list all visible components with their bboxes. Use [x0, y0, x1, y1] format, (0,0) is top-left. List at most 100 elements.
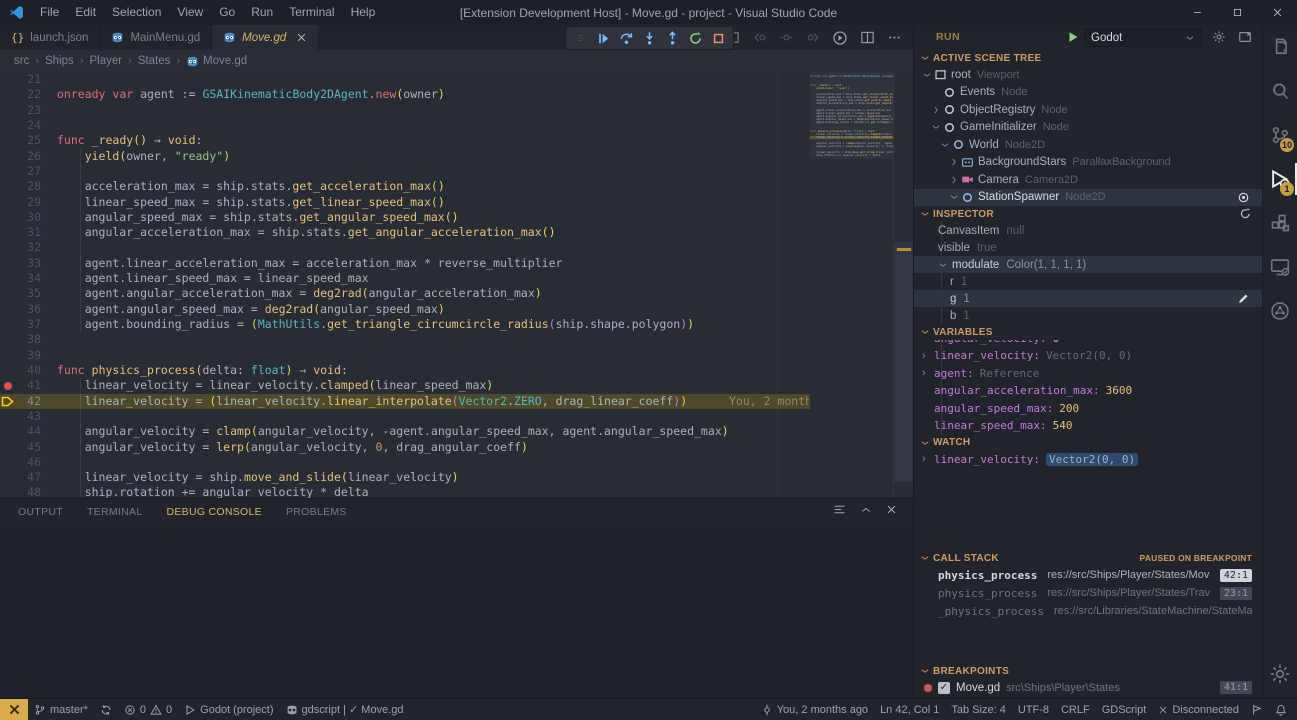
- open-debug-console-icon[interactable]: [1238, 30, 1252, 44]
- scene-node-world[interactable]: WorldNode2D: [914, 136, 1262, 154]
- code-line-47[interactable]: 47 linear_velocity = ship.move_and_slide…: [0, 470, 810, 485]
- code-line-32[interactable]: 32: [0, 240, 810, 255]
- status-language-mode[interactable]: GDScript: [1096, 699, 1153, 720]
- stack-frame[interactable]: physics_processres://src/Ships/Player/St…: [914, 566, 1262, 584]
- status-notifications[interactable]: [1269, 699, 1293, 720]
- activitybar-extensions[interactable]: [1263, 201, 1297, 245]
- variable-linear_velocity[interactable]: ›linear_velocity:Vector2(0, 0): [914, 347, 1262, 365]
- run-file-button[interactable]: [831, 29, 849, 47]
- line-number[interactable]: 41: [0, 378, 57, 393]
- code-line-30[interactable]: 30 angular_speed_max = ship.stats.get_an…: [0, 210, 810, 225]
- scrollbar-thumb[interactable]: [894, 242, 913, 482]
- status-cursor-position[interactable]: Ln 42, Col 1: [874, 699, 945, 720]
- status-git-blame[interactable]: You, 2 months ago: [755, 699, 874, 720]
- minimap-slider[interactable]: [810, 72, 893, 159]
- refresh-icon[interactable]: [1239, 207, 1252, 220]
- breadcrumb-file[interactable]: Move.gd: [186, 55, 247, 68]
- activitybar-search[interactable]: [1263, 69, 1297, 113]
- line-number[interactable]: 33: [0, 256, 57, 271]
- line-number[interactable]: 34: [0, 271, 57, 286]
- stack-frame[interactable]: _physics_processres://src/Libraries/Stat…: [914, 602, 1262, 620]
- maximize-icon[interactable]: [1217, 0, 1257, 25]
- tab-launch.json[interactable]: {}launch.json: [0, 25, 100, 50]
- code-line-36[interactable]: 36 agent.angular_speed_max = deg2rad(ang…: [0, 302, 810, 317]
- line-number[interactable]: 25: [0, 133, 57, 148]
- line-number[interactable]: 23: [0, 103, 57, 118]
- line-number[interactable]: 47: [0, 470, 57, 485]
- activitybar-remote-explorer[interactable]: [1263, 245, 1297, 289]
- stack-frame[interactable]: physics_processres://src/Ships/Player/St…: [914, 584, 1262, 602]
- code-line-33[interactable]: 33 agent.linear_acceleration_max = accel…: [0, 256, 810, 271]
- menu-terminal[interactable]: Terminal: [281, 0, 342, 25]
- code-line-45[interactable]: 45 angular_velocity = lerp(angular_veloc…: [0, 440, 810, 455]
- breadcrumb-item[interactable]: src: [14, 55, 29, 67]
- line-number[interactable]: 45: [0, 440, 57, 455]
- maximize-panel-button[interactable]: [860, 503, 872, 516]
- scene-node-stationspawner[interactable]: StationSpawnerNode2D: [914, 189, 1262, 207]
- line-number[interactable]: 42: [0, 394, 57, 409]
- watch-header[interactable]: WATCH: [914, 435, 1262, 451]
- line-number[interactable]: 31: [0, 225, 57, 240]
- code-line-27[interactable]: 27: [0, 164, 810, 179]
- breadcrumb-item[interactable]: States: [138, 55, 171, 67]
- variable-angular_velocity[interactable]: angular_velocity:0: [914, 340, 1262, 347]
- scene-node-root[interactable]: rootViewport: [914, 66, 1262, 84]
- code-line-31[interactable]: 31 angular_acceleration_max = ship.stats…: [0, 225, 810, 240]
- stop-button[interactable]: [707, 27, 730, 49]
- menu-run[interactable]: Run: [243, 0, 281, 25]
- status-problems[interactable]: 00: [118, 699, 178, 720]
- minimap[interactable]: onready var agent := GSAIKinematicBody2D…: [810, 72, 893, 498]
- chevron-down-icon[interactable]: [938, 260, 948, 270]
- scene-node-objectregistry[interactable]: ObjectRegistryNode: [914, 101, 1262, 119]
- line-number[interactable]: 37: [0, 317, 57, 332]
- breakpoint-checkbox[interactable]: ✓: [938, 682, 950, 694]
- more-actions-button[interactable]: [885, 29, 903, 47]
- status-gdscript-status[interactable]: gdscript | ✓ Move.gd: [280, 699, 410, 720]
- code-line-29[interactable]: 29 linear_speed_max = ship.stats.get_lin…: [0, 195, 810, 210]
- line-number[interactable]: 30: [0, 210, 57, 225]
- activitybar-explorer[interactable]: [1263, 25, 1297, 69]
- code-line-25[interactable]: 25func _ready() → void:: [0, 133, 810, 148]
- reverse-continue-button[interactable]: [777, 29, 795, 47]
- debug-console-content[interactable]: [0, 525, 913, 698]
- breakpoint-icon[interactable]: [4, 382, 12, 390]
- status-sync[interactable]: [94, 699, 118, 720]
- breadcrumb-item[interactable]: Player: [89, 55, 122, 67]
- chevron-right-icon[interactable]: ›: [922, 350, 934, 362]
- inspector-header[interactable]: INSPECTOR: [914, 206, 1262, 222]
- active-scene-tree-header[interactable]: ACTIVE SCENE TREE: [914, 50, 1262, 66]
- variable-linear_velocity[interactable]: ›linear_velocity:Vector2(0, 0): [914, 451, 1262, 469]
- scene-node-gameinitializer[interactable]: GameInitializerNode: [914, 119, 1262, 137]
- menu-go[interactable]: Go: [211, 0, 243, 25]
- panel-tab-debug-console[interactable]: DEBUG CONSOLE: [166, 506, 262, 518]
- continue-button[interactable]: [592, 27, 615, 49]
- minimize-icon[interactable]: [1177, 0, 1217, 25]
- start-debug-icon[interactable]: [1066, 30, 1080, 44]
- pencil-icon[interactable]: [1237, 292, 1250, 305]
- menu-help[interactable]: Help: [343, 0, 384, 25]
- variable-angular_acceleration_max[interactable]: angular_acceleration_max:3600: [914, 382, 1262, 400]
- code-line-26[interactable]: 26 yield(owner, "ready"): [0, 149, 810, 164]
- code-line-48[interactable]: 48 ship.rotation += angular_velocity * d…: [0, 485, 810, 498]
- line-number[interactable]: 39: [0, 348, 57, 363]
- activitybar-source-control[interactable]: 10: [1263, 113, 1297, 157]
- debug-settings-gear-icon[interactable]: [1212, 30, 1226, 44]
- chevron-right-icon[interactable]: ›: [922, 453, 934, 465]
- eye-icon[interactable]: [1237, 191, 1250, 204]
- code-line-28[interactable]: 28 acceleration_max = ship.stats.get_acc…: [0, 179, 810, 194]
- inspector-row-modulate[interactable]: modulateColor(1, 1, 1, 1): [914, 256, 1262, 273]
- step-back-button[interactable]: [750, 29, 768, 47]
- line-number[interactable]: 21: [0, 72, 57, 87]
- code-line-43[interactable]: 43: [0, 409, 810, 424]
- scene-node-backgroundstars[interactable]: BackgroundStarsParallaxBackground: [914, 154, 1262, 172]
- line-number[interactable]: 22: [0, 87, 57, 102]
- call-stack-header[interactable]: CALL STACKPAUSED ON BREAKPOINT: [914, 550, 1262, 566]
- breadcrumb[interactable]: src›Ships›Player›States›Move.gd: [0, 50, 913, 72]
- status-indentation[interactable]: Tab Size: 4: [945, 699, 1011, 720]
- chevron-down-icon[interactable]: [938, 140, 952, 150]
- launch-config-select[interactable]: Godot: [1084, 28, 1202, 47]
- scene-node-camera[interactable]: CameraCamera2D: [914, 171, 1262, 189]
- status-feedback[interactable]: [1245, 699, 1269, 720]
- step-into-button[interactable]: [638, 27, 661, 49]
- code-line-39[interactable]: 39: [0, 348, 810, 363]
